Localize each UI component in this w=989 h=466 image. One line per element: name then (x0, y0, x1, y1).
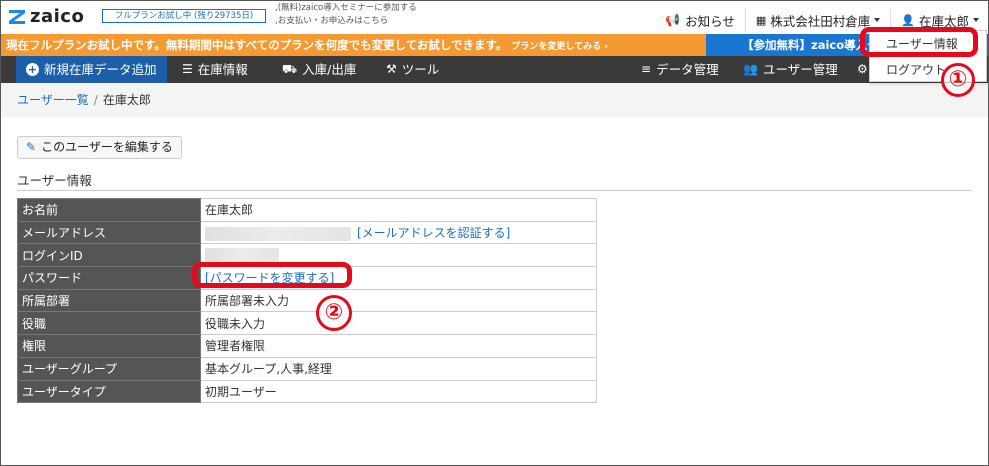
row-value: 所属部署未入力 (200, 288, 597, 313)
redacted-email (205, 226, 351, 241)
pencil-icon: ✎ (26, 140, 37, 154)
highlight-box-change-password (192, 262, 352, 288)
nav-inout-label: 入庫/出庫 (302, 62, 357, 77)
section-title: ユーザー情報 (17, 173, 92, 188)
breadcrumb-current: 在庫太郎 (102, 93, 151, 107)
breadcrumb-separator: / (93, 93, 98, 107)
row-label: メールアドレス (17, 220, 201, 245)
main-nav: + 新規在庫データ追加 ☰ 在庫情報 ⛟ 入庫/出庫 ⚒ ツール ≡ データ管理… (0, 56, 989, 83)
nav-tools-label: ツール (401, 62, 440, 77)
user-info-table: お名前 在庫太郎 メールアドレス [メールアドレスを認証する] ログインID パ… (17, 198, 597, 404)
nav-tools[interactable]: ⚒ ツール (386, 56, 439, 83)
row-label: ログインID (17, 243, 201, 268)
chevron-down-icon (973, 18, 979, 22)
table-row: ユーザーグループ 基本グループ,人事,経理 (17, 356, 597, 381)
list-icon: ☰ (182, 62, 193, 76)
nav-new-label: 新規在庫データ追加 (44, 62, 157, 77)
top-links: ,(無料)zaico導入セミナーに参加する ,お支払い・お申込みはこちら (275, 2, 417, 28)
table-row: 所属部署 所属部署未入力 (17, 288, 597, 313)
user-icon: 👤 (901, 13, 915, 27)
edit-user-button[interactable]: ✎ このユーザーを編集する (17, 136, 182, 159)
row-value: 基本グループ,人事,経理 (200, 356, 597, 381)
breadcrumb-user-list[interactable]: ユーザー一覧 (17, 93, 89, 107)
banner-message: 現在フルプランお試し中です。無料期間中はすべてのプランを何度でも変更してお試しで… (6, 34, 608, 56)
building-icon: ▦ (755, 13, 767, 27)
trial-banner: 現在フルプランお試し中です。無料期間中はすべてのプランを何度でも変更してお試しで… (0, 34, 989, 56)
row-label: 権限 (17, 334, 201, 358)
toolbox-icon: ⚒ (386, 62, 397, 76)
plus-icon: + (26, 63, 39, 76)
redacted-login-id (205, 248, 279, 263)
top-header: zaico フルプランお試し中 (残り29735日) ,(無料)zaico導入セ… (0, 0, 989, 34)
nav-inout[interactable]: ⛟ 入庫/出庫 (282, 56, 356, 83)
nav-inventory-label: 在庫情報 (197, 62, 248, 77)
megaphone-icon: 📢 (665, 13, 681, 27)
highlight-box-user-info (860, 27, 978, 57)
notice-button[interactable]: 📢 お知らせ (655, 11, 745, 30)
row-label: パスワード (17, 266, 201, 290)
gear-icon: ⚙ (857, 62, 868, 76)
change-plan-link[interactable]: プランを変更してみる › (511, 42, 608, 52)
company-name: 株式会社田村倉庫 (770, 13, 871, 29)
row-value: [メールアドレスを認証する] (200, 220, 597, 245)
row-label: お名前 (17, 198, 201, 222)
section-divider (17, 190, 972, 191)
table-row: お名前 在庫太郎 (17, 198, 597, 222)
trial-badge[interactable]: フルプランお試し中 (残り29735日) (102, 9, 266, 23)
nav-data-management[interactable]: ≡ データ管理 (641, 56, 719, 83)
row-label: 所属部署 (17, 288, 201, 313)
verify-email-link[interactable]: [メールアドレスを認証する] (357, 226, 510, 240)
truck-icon: ⛟ (282, 62, 298, 76)
nav-user-management[interactable]: 👥 ユーザー管理 (743, 56, 838, 83)
table-row: ユーザータイプ 初期ユーザー (17, 379, 597, 404)
chevron-down-icon (874, 18, 881, 22)
logo[interactable]: zaico (8, 6, 84, 27)
logo-text: zaico (30, 6, 85, 27)
nav-user-label: ユーザー管理 (762, 62, 838, 77)
banner-text: 現在フルプランお試し中です。無料期間中はすべてのプランを何度でも変更してお試しで… (6, 38, 508, 52)
seminar-link[interactable]: ,(無料)zaico導入セミナーに参加する (275, 2, 417, 15)
notice-label: お知らせ (685, 13, 735, 29)
step-1-marker: ① (941, 63, 975, 97)
row-value: 役職未入力 (200, 311, 597, 336)
nav-data-label: データ管理 (656, 62, 719, 77)
edit-user-label: このユーザーを編集する (41, 140, 173, 154)
zaico-logo-icon (8, 9, 26, 25)
row-label: ユーザータイプ (17, 379, 201, 404)
table-row: 役職 役職未入力 (17, 311, 597, 336)
row-value: 初期ユーザー (200, 379, 597, 404)
breadcrumb: ユーザー一覧 / 在庫太郎 (0, 83, 989, 117)
row-label: 役職 (17, 311, 201, 336)
nav-new-item[interactable]: + 新規在庫データ追加 (16, 56, 167, 83)
nav-inventory[interactable]: ☰ 在庫情報 (182, 56, 248, 83)
payment-link[interactable]: ,お支払い・お申込みはこちら (275, 15, 417, 28)
table-row: メールアドレス [メールアドレスを認証する] (17, 220, 597, 245)
row-value: 管理者権限 (200, 334, 597, 358)
row-value: 在庫太郎 (200, 198, 597, 222)
users-icon: 👥 (743, 62, 758, 76)
row-label: ユーザーグループ (17, 356, 201, 381)
step-2-marker: ② (316, 295, 352, 331)
table-row: 権限 管理者権限 (17, 334, 597, 358)
data-icon: ≡ (641, 62, 652, 76)
